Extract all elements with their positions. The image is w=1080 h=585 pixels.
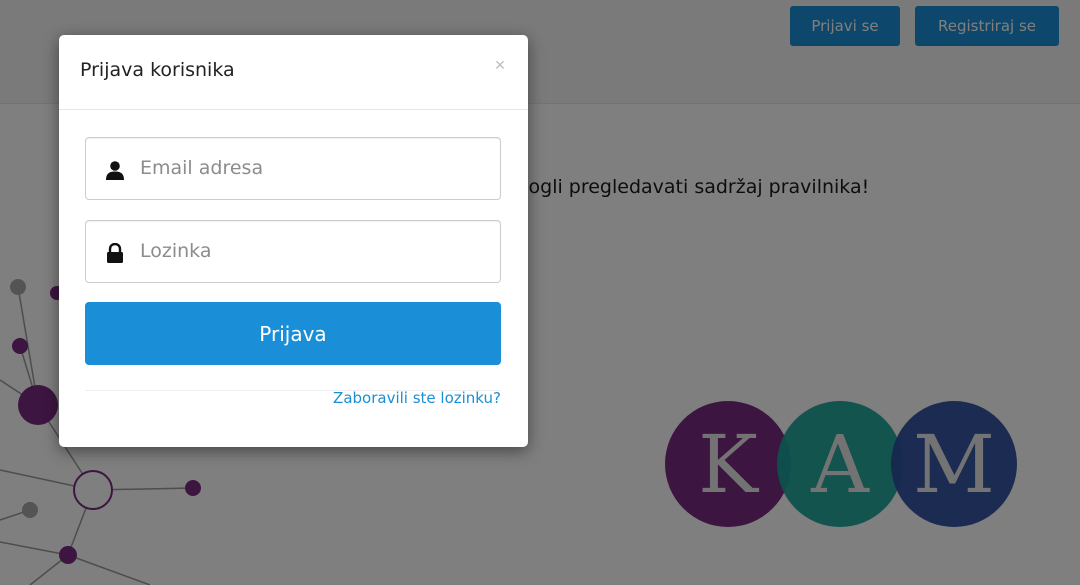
email-input-group	[85, 137, 501, 200]
modal-header: Prijava korisnika ×	[59, 35, 528, 110]
password-input[interactable]	[140, 231, 490, 271]
lock-icon	[107, 243, 123, 263]
close-icon[interactable]: ×	[489, 53, 511, 77]
password-input-group	[85, 220, 501, 283]
email-input[interactable]	[140, 148, 490, 188]
user-icon	[106, 161, 124, 180]
modal-title: Prijava korisnika	[80, 59, 235, 81]
forgot-password-link[interactable]: Zaboravili ste lozinku?	[279, 389, 501, 407]
login-modal: Prijava korisnika × Prijava Zaboravili s…	[59, 35, 528, 447]
page: Prijavi se Registriraj se mogli pregleda…	[0, 0, 1080, 585]
submit-login-button[interactable]: Prijava	[85, 302, 501, 365]
